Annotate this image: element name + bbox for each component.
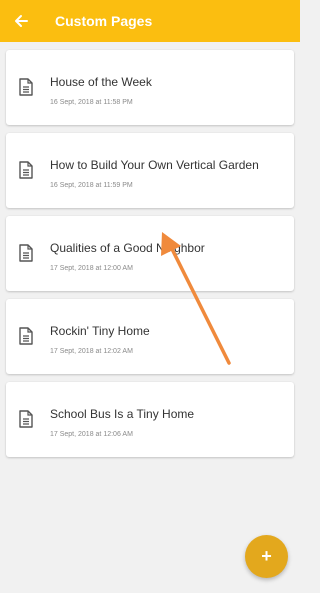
document-icon	[19, 244, 33, 262]
page-title-text: Qualities of a Good Neighbor	[50, 241, 205, 255]
page-title-text: House of the Week	[50, 75, 152, 89]
page-date-text: 16 Sept, 2018 at 11:58 PM	[50, 99, 133, 106]
page-card-house-of-the-week[interactable]: House of the Week 16 Sept, 2018 at 11:58…	[6, 50, 294, 125]
custom-pages-list: House of the Week 16 Sept, 2018 at 11:58…	[6, 50, 294, 465]
page-date-text: 17 Sept, 2018 at 12:02 AM	[50, 348, 133, 355]
document-icon	[19, 410, 33, 428]
page-date-text: 17 Sept, 2018 at 12:00 AM	[50, 265, 133, 272]
page-title-text: Rockin' Tiny Home	[50, 324, 150, 338]
document-icon	[19, 161, 33, 179]
document-icon	[19, 78, 33, 96]
page-card-good-neighbor[interactable]: Qualities of a Good Neighbor 17 Sept, 20…	[6, 216, 294, 291]
back-button[interactable]	[9, 9, 33, 33]
arrow-left-icon	[15, 15, 28, 27]
page-date-text: 16 Sept, 2018 at 11:59 PM	[50, 182, 133, 189]
page-card-school-bus[interactable]: School Bus Is a Tiny Home 17 Sept, 2018 …	[6, 382, 294, 457]
page-title-text: School Bus Is a Tiny Home	[50, 407, 195, 421]
plus-icon: +	[261, 546, 272, 566]
document-icon	[19, 327, 33, 345]
page-title: Custom Pages	[55, 13, 153, 29]
page-title-text: How to Build Your Own Vertical Garden	[50, 158, 259, 172]
page-card-vertical-garden[interactable]: How to Build Your Own Vertical Garden 16…	[6, 133, 294, 208]
app-bar: Custom Pages	[0, 0, 300, 42]
add-page-button[interactable]: +	[245, 535, 288, 578]
page-date-text: 17 Sept, 2018 at 12:06 AM	[50, 431, 133, 438]
page-card-rockin-tiny-home[interactable]: Rockin' Tiny Home 17 Sept, 2018 at 12:02…	[6, 299, 294, 374]
